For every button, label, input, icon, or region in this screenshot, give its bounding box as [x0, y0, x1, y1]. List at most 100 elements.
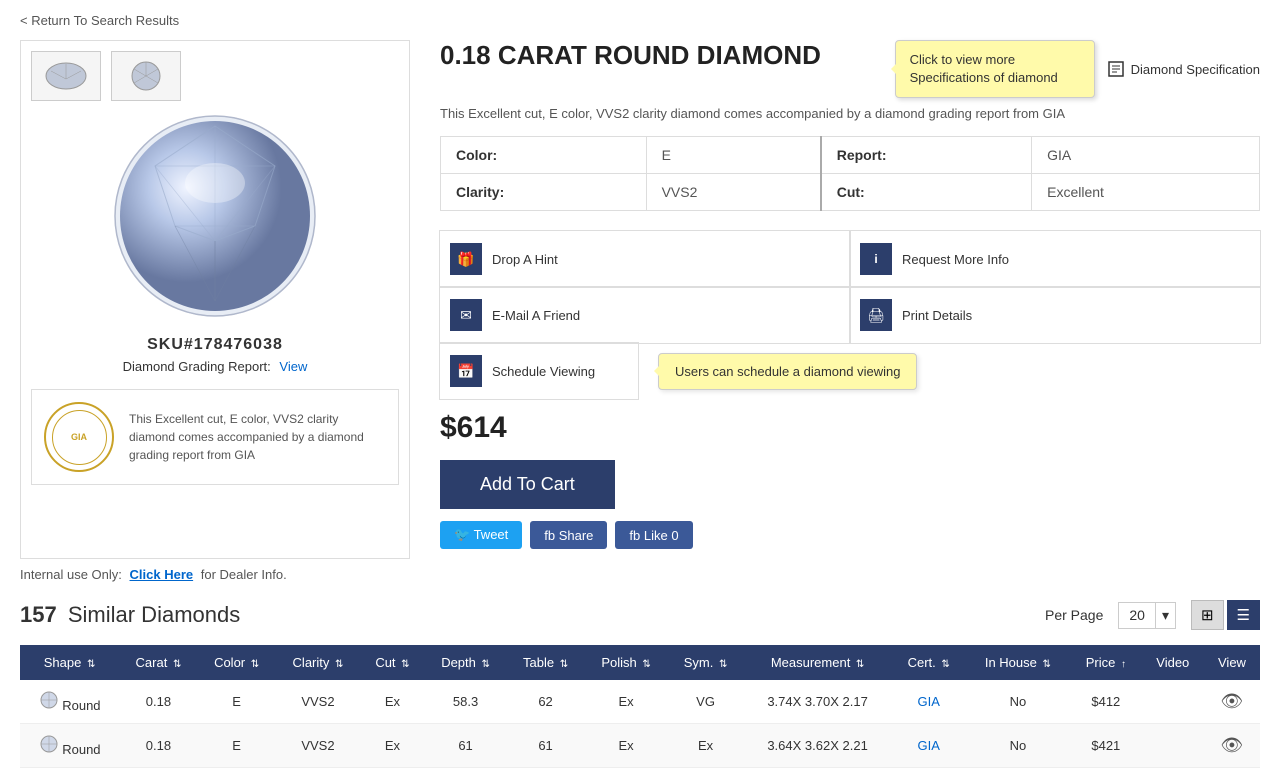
col-sym: Sym. ⇅ — [668, 645, 744, 680]
report-type-label: Report: — [821, 137, 1032, 174]
cell-price: $412 — [1070, 680, 1142, 724]
internal-use-bar: Internal use Only: Click Here for Dealer… — [0, 559, 1280, 590]
thumbnail-1[interactable] — [31, 51, 101, 101]
sort-carat[interactable]: ⇅ — [173, 659, 181, 670]
cell-polish: Ex — [584, 680, 667, 724]
view-icon[interactable]: 👁 — [1221, 735, 1244, 755]
shape-text: Round — [62, 742, 100, 757]
col-depth: Depth ⇅ — [424, 645, 506, 680]
facebook-share-button[interactable]: fb Share — [530, 521, 607, 549]
schedule-tooltip: Users can schedule a diamond viewing — [658, 353, 917, 390]
email-friend-button[interactable]: ✉ E-Mail A Friend — [439, 286, 851, 344]
cert-link[interactable]: GIA — [917, 694, 939, 709]
sort-table[interactable]: ⇅ — [560, 659, 568, 670]
cell-table: 61 — [507, 724, 585, 768]
title-row: 0.18 CARAT ROUND DIAMOND Click to view m… — [440, 40, 1260, 98]
grid-view-button[interactable]: ⊞ — [1191, 600, 1224, 630]
add-to-cart-button[interactable]: Add To Cart — [440, 460, 615, 509]
table-body: Round 0.18 E VVS2 Ex 58.3 62 Ex VG 3.74X… — [20, 680, 1260, 768]
schedule-tooltip-container: Users can schedule a diamond viewing — [658, 353, 917, 390]
cell-view[interactable]: 👁 — [1204, 680, 1260, 724]
color-label: Color: — [441, 137, 647, 174]
col-video: Video — [1142, 645, 1204, 680]
specs-table: Color: E Report: GIA Clarity: VVS2 Cut: … — [440, 136, 1260, 211]
drop-hint-label: Drop A Hint — [492, 252, 558, 267]
cell-shape: Round — [20, 724, 119, 768]
thumbnail-2[interactable] — [111, 51, 181, 101]
col-carat: Carat ⇅ — [119, 645, 198, 680]
view-icon[interactable]: 👁 — [1221, 691, 1244, 711]
cell-carat: 0.18 — [119, 724, 198, 768]
internal-suffix: for Dealer Info. — [201, 567, 287, 582]
diamonds-table: Shape ⇅ Carat ⇅ Color ⇅ Clarity ⇅ Cut ⇅ … — [20, 645, 1260, 768]
sort-depth[interactable]: ⇅ — [482, 659, 490, 670]
col-polish: Polish ⇅ — [584, 645, 667, 680]
schedule-row: 📅 Schedule Viewing Users can schedule a … — [440, 343, 1260, 399]
sku-text: SKU#178476038 — [31, 336, 399, 354]
drop-hint-button[interactable]: 🎁 Drop A Hint — [439, 230, 851, 288]
cert-link[interactable]: GIA — [917, 738, 939, 753]
sort-sym[interactable]: ⇅ — [719, 659, 727, 670]
col-table: Table ⇅ — [507, 645, 585, 680]
cell-polish: Ex — [584, 724, 667, 768]
per-page-selector[interactable]: 20 ▾ — [1118, 602, 1176, 629]
facebook-like-button[interactable]: fb Like 0 — [615, 521, 692, 549]
cell-video — [1142, 724, 1204, 768]
cell-depth: 58.3 — [424, 680, 506, 724]
request-info-button[interactable]: i Request More Info — [849, 230, 1261, 288]
similar-header: 157 Similar Diamonds Per Page 20 ▾ ⊞ ☰ — [20, 600, 1260, 630]
col-price: Price ↑ — [1070, 645, 1142, 680]
cell-sym: Ex — [668, 724, 744, 768]
edit-icon — [1107, 60, 1125, 78]
sort-polish[interactable]: ⇅ — [642, 659, 650, 670]
cell-cut: Ex — [360, 680, 424, 724]
shape-text: Round — [62, 698, 100, 713]
email-friend-label: E-Mail A Friend — [492, 308, 580, 323]
print-details-button[interactable]: 🖨 Print Details — [849, 286, 1261, 344]
back-link[interactable]: < Return To Search Results — [20, 13, 179, 28]
spec-link[interactable]: Diamond Specification — [1107, 60, 1260, 78]
sort-color[interactable]: ⇅ — [251, 659, 259, 670]
sort-cert[interactable]: ⇅ — [941, 659, 949, 670]
drop-hint-icon: 🎁 — [450, 243, 482, 275]
schedule-viewing-button[interactable]: 📅 Schedule Viewing — [439, 342, 639, 400]
cell-view[interactable]: 👁 — [1204, 724, 1260, 768]
report-link-row: Diamond Grading Report: View — [31, 359, 399, 374]
email-icon: ✉ — [450, 299, 482, 331]
view-toggle: ⊞ ☰ — [1191, 600, 1260, 630]
dealer-link[interactable]: Click Here — [130, 567, 194, 582]
left-panel: SKU#178476038 Diamond Grading Report: Vi… — [20, 40, 410, 559]
cell-inhouse: No — [966, 680, 1070, 724]
back-link-container: < Return To Search Results — [0, 0, 1280, 40]
cell-cut: Ex — [360, 724, 424, 768]
cell-carat: 0.18 — [119, 680, 198, 724]
per-page-dropdown-arrow[interactable]: ▾ — [1155, 603, 1175, 628]
sort-measurement[interactable]: ⇅ — [856, 659, 864, 670]
per-page-label: Per Page — [1045, 607, 1103, 623]
diamond-image — [31, 111, 399, 321]
social-buttons: 🐦 Tweet fb Share fb Like 0 — [440, 521, 1260, 549]
sort-shape[interactable]: ⇅ — [87, 659, 95, 670]
report-view-link[interactable]: View — [279, 359, 307, 374]
gia-description: This Excellent cut, E color, VVS2 clarit… — [129, 410, 386, 464]
print-details-label: Print Details — [902, 308, 972, 323]
per-page-value: 20 — [1119, 603, 1155, 627]
tweet-button[interactable]: 🐦 Tweet — [440, 521, 522, 549]
sort-price[interactable]: ↑ — [1121, 659, 1126, 670]
sort-clarity[interactable]: ⇅ — [335, 659, 343, 670]
cell-shape: Round — [20, 680, 119, 724]
list-view-button[interactable]: ☰ — [1227, 600, 1260, 630]
sort-inhouse[interactable]: ⇅ — [1043, 659, 1051, 670]
cell-cert: GIA — [892, 680, 966, 724]
sort-cut[interactable]: ⇅ — [401, 659, 409, 670]
cut-label: Cut: — [821, 174, 1032, 211]
cell-video — [1142, 680, 1204, 724]
cell-color: E — [198, 724, 276, 768]
product-title: 0.18 CARAT ROUND DIAMOND — [440, 40, 821, 71]
cell-color: E — [198, 680, 276, 724]
print-icon: 🖨 — [860, 299, 892, 331]
col-color: Color ⇅ — [198, 645, 276, 680]
internal-prefix: Internal use Only: — [20, 567, 122, 582]
cell-measurement: 3.74X 3.70X 2.17 — [743, 680, 891, 724]
similar-title: 157 Similar Diamonds — [20, 602, 240, 628]
